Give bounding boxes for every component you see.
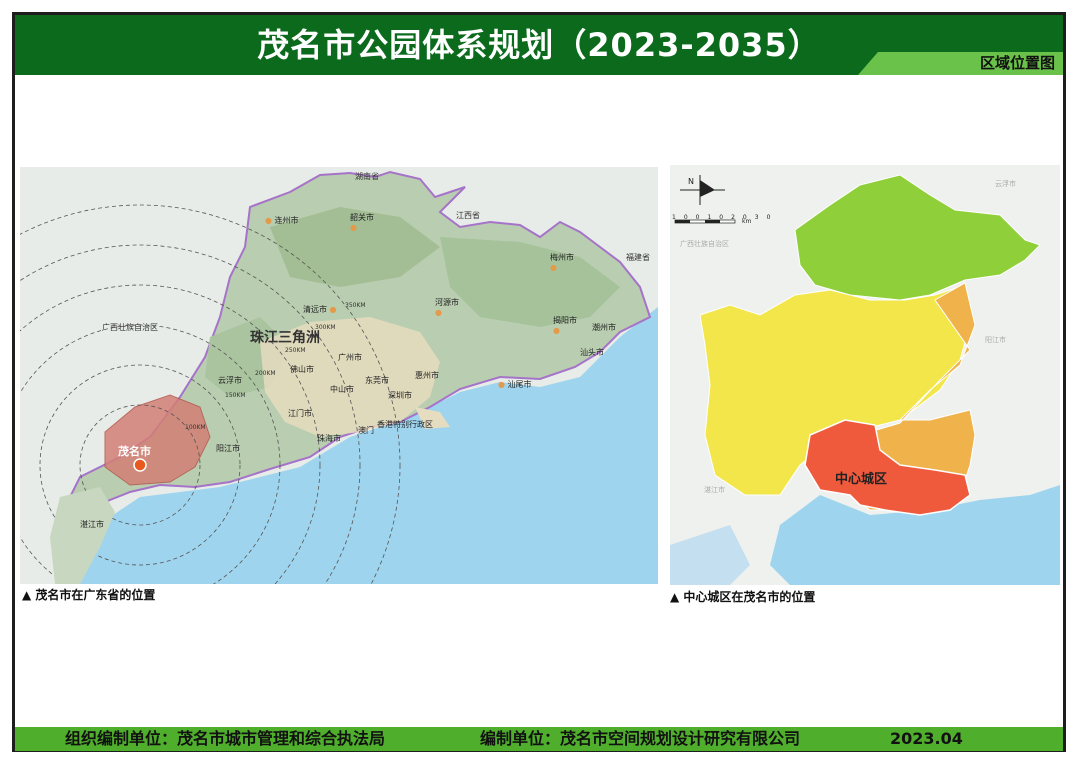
label-guangxi: 广西壮族自治区 xyxy=(102,323,158,332)
city-zhongshan: 中山市 xyxy=(330,385,354,394)
city-zhanjiang: 湛江市 xyxy=(80,520,104,529)
city-shaoguan: 韶关市 ● xyxy=(350,213,374,232)
north-label: N xyxy=(688,177,694,186)
city-jieyang: 揭阳市 ● xyxy=(553,316,577,335)
city-lianzhou: ● 连州市 xyxy=(265,216,299,225)
zhanjiang-peninsula xyxy=(50,487,115,584)
maoming-marker xyxy=(133,458,147,472)
footer-date: 2023.04 xyxy=(890,729,963,748)
city-jiangmen: 江门市 xyxy=(288,409,312,418)
right-map-caption: ▲ 中心城区在茂名市的位置 xyxy=(670,590,816,604)
label-fujian: 福建省 xyxy=(626,253,650,262)
city-meizhou: 梅州市 ● xyxy=(550,253,574,272)
city-shantou: 汕头市 xyxy=(580,348,604,357)
city-foshan: 佛山市 xyxy=(290,365,314,374)
city-shanwei: ● 汕尾市 xyxy=(498,380,532,389)
city-yangjiang: 阳江市 xyxy=(216,444,240,453)
footer-compiler: 编制单位：茂名市空间规划设计研究有限公司 xyxy=(480,729,801,748)
maoming-map-svg xyxy=(670,174,1060,585)
city-yunfu: 云浮市 xyxy=(218,376,242,385)
ring-label-150: 150KM xyxy=(225,392,246,399)
city-chaozhou: 潮州市 xyxy=(592,323,616,332)
neighbor-yangjiang: 阳江市 xyxy=(985,336,1006,344)
ring-label-300: 300KM xyxy=(315,324,336,331)
label-jiangxi: 江西省 xyxy=(456,211,480,220)
city-guangzhou: 广州市 xyxy=(338,353,362,362)
scale-labels: 100102030 xyxy=(672,214,779,221)
label-hunan: 湖南省 xyxy=(355,172,379,181)
ring-label-350: 350KM xyxy=(345,302,366,309)
footer-bar: 组织编制单位：茂名市城市管理和综合执法局 编制单位：茂名市空间规划设计研究有限公… xyxy=(15,727,1063,751)
sheet-tag-label: 区域位置图 xyxy=(979,54,1055,72)
city-dongguan: 东莞市 xyxy=(365,376,389,385)
city-shenzhen: 深圳市 xyxy=(388,391,412,400)
city-huizhou: 惠州市 xyxy=(415,371,439,380)
guangdong-map: 湖南省 江西省 福建省 广西壮族自治区 珠江三角洲 茂名市 100KM 150K… xyxy=(20,167,658,584)
label-prd: 珠江三角洲 xyxy=(250,330,320,346)
ring-label-250: 250KM xyxy=(285,347,306,354)
label-center-city: 中心城区 xyxy=(835,472,888,487)
north-arrow xyxy=(680,175,725,205)
left-map-caption: ▲ 茂名市在广东省的位置 xyxy=(22,588,156,602)
footer-org: 组织编制单位：茂名市城市管理和综合执法局 xyxy=(65,729,386,748)
city-hongkong: 香港特别行政区 xyxy=(377,420,433,429)
city-macau: 澳门 xyxy=(358,426,374,435)
ring-label-200: 200KM xyxy=(255,370,276,377)
city-qingyuan: 清远市 ● xyxy=(303,305,337,314)
city-zhuhai: 珠海市 xyxy=(317,434,341,443)
sea-west xyxy=(670,525,750,585)
region-north xyxy=(794,174,1041,301)
city-heyuan: 河源市 ● xyxy=(435,298,459,317)
maoming-map: N 100102030 km 广西壮族自治区 阳江市 湛江市 云浮市 中心城区 xyxy=(670,165,1060,585)
ring-label-100: 100KM xyxy=(185,424,206,431)
guangdong-map-svg xyxy=(20,167,658,584)
neighbor-yunfu: 云浮市 xyxy=(995,180,1016,188)
neighbor-guangxi: 广西壮族自治区 xyxy=(680,240,729,248)
scale-unit: km xyxy=(742,218,752,225)
label-maoming: 茂名市 xyxy=(118,445,151,458)
neighbor-zhanjiang: 湛江市 xyxy=(704,486,725,494)
